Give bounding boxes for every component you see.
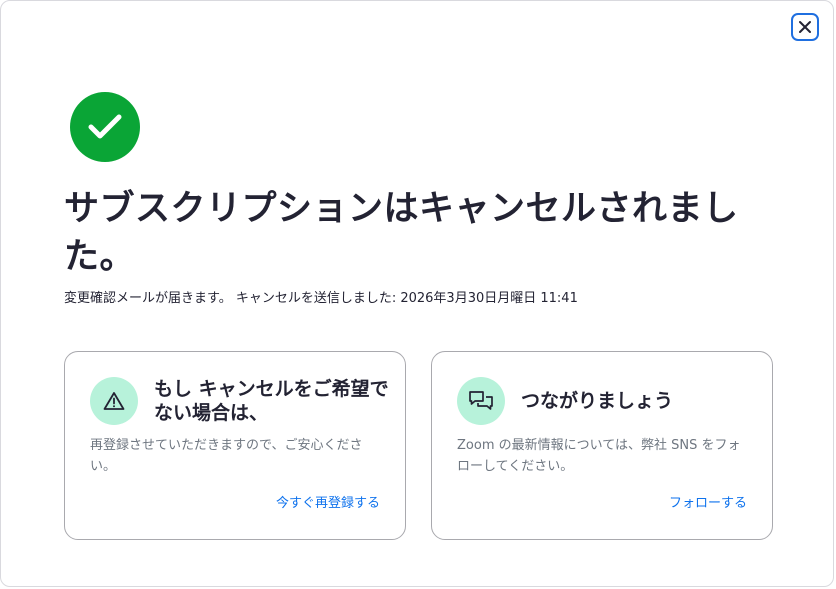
subscription-cancelled-dialog: サブスクリプションはキャンセルされました。 変更確認メールが届きます。 キャンセ… [0,0,834,587]
resubscribe-card-title: もし キャンセルをご希望でない場合は、 [154,378,389,424]
close-icon [799,21,811,33]
close-button[interactable] [791,13,819,41]
resubscribe-now-link[interactable]: 今すぐ再登録する [276,495,380,513]
follow-card-title: つながりましょう [521,390,674,412]
resubscribe-card-description: 再登録させていただきますので、ご安心ください。 [90,438,363,474]
follow-card-description: Zoom の最新情報については、弊社 SNS をフォローしてください。 [457,438,741,474]
resubscribe-card: もし キャンセルをご希望でない場合は、 再登録させていただきますので、ご安心くだ… [64,351,406,540]
follow-link[interactable]: フォローする [669,495,747,513]
checkmark-success-icon [70,92,140,162]
page-title: サブスクリプションはキャンセルされました。 [64,189,739,277]
confirmation-message: 変更確認メールが届きます。 キャンセルを送信しました: 2026年3月30日月曜… [64,291,578,306]
chat-bubbles-icon [457,377,505,425]
follow-card: つながりましょう Zoom の最新情報については、弊社 SNS をフォローしてく… [431,351,773,540]
warning-icon [90,377,138,425]
